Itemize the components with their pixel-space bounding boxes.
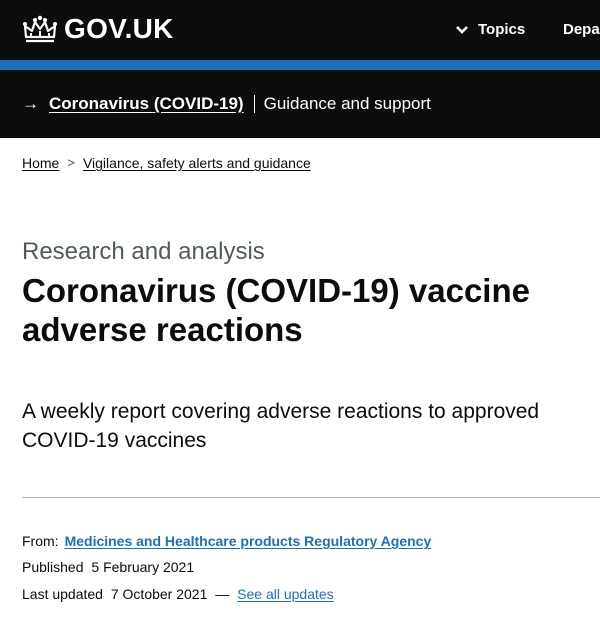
organisation-link[interactable]: Medicines and Healthcare products Regula… xyxy=(65,533,432,549)
chevron-right-icon: > xyxy=(67,155,75,170)
site-header: GOV.UK Topics Depa xyxy=(0,0,600,60)
topics-label: Topics xyxy=(478,21,526,38)
published-date: 5 February 2021 xyxy=(91,559,195,575)
banner-divider xyxy=(253,95,255,113)
breadcrumb: Home > Vigilance, safety alerts and guid… xyxy=(22,154,311,172)
header-accent-bar xyxy=(0,60,600,70)
last-updated-dash: — xyxy=(215,586,230,602)
metadata-last-updated: Last updated 7 October 2021 — See all up… xyxy=(22,585,334,603)
published-label: Published xyxy=(22,559,84,575)
topics-menu-button[interactable]: Topics xyxy=(455,20,525,40)
section-divider xyxy=(22,497,600,498)
covid-banner: → Coronavirus (COVID-19) Guidance and su… xyxy=(0,70,600,138)
govuk-logo-link[interactable]: GOV.UK xyxy=(22,14,174,44)
crown-icon xyxy=(23,15,57,43)
page-summary: A weekly report covering adverse reactio… xyxy=(22,400,540,452)
breadcrumb-home-link[interactable]: Home xyxy=(22,154,59,172)
page-caption: Research and analysis xyxy=(22,238,265,265)
metadata-from: From: Medicines and Healthcare products R… xyxy=(22,532,431,550)
page-title: Coronavirus (COVID-19) vaccine adverse r… xyxy=(22,272,530,348)
from-label: From: xyxy=(22,533,59,549)
breadcrumb-vigilance-link[interactable]: Vigilance, safety alerts and guidance xyxy=(83,154,311,172)
govuk-logo-text: GOV.UK xyxy=(64,13,174,44)
metadata-published: Published 5 February 2021 xyxy=(22,558,194,576)
covid-guidance-link[interactable]: Coronavirus (COVID-19) xyxy=(49,94,244,114)
last-updated-label: Last updated xyxy=(22,586,103,602)
arrow-right-icon: → xyxy=(22,94,39,113)
last-updated-date: 7 October 2021 xyxy=(110,586,208,602)
covid-banner-content: → Coronavirus (COVID-19) Guidance and su… xyxy=(22,94,431,114)
see-all-updates-link[interactable]: See all updates xyxy=(237,586,334,602)
chevron-down-icon xyxy=(456,26,468,34)
covid-banner-tail: Guidance and support xyxy=(263,94,431,113)
departments-menu-button[interactable]: Depa xyxy=(563,20,600,40)
